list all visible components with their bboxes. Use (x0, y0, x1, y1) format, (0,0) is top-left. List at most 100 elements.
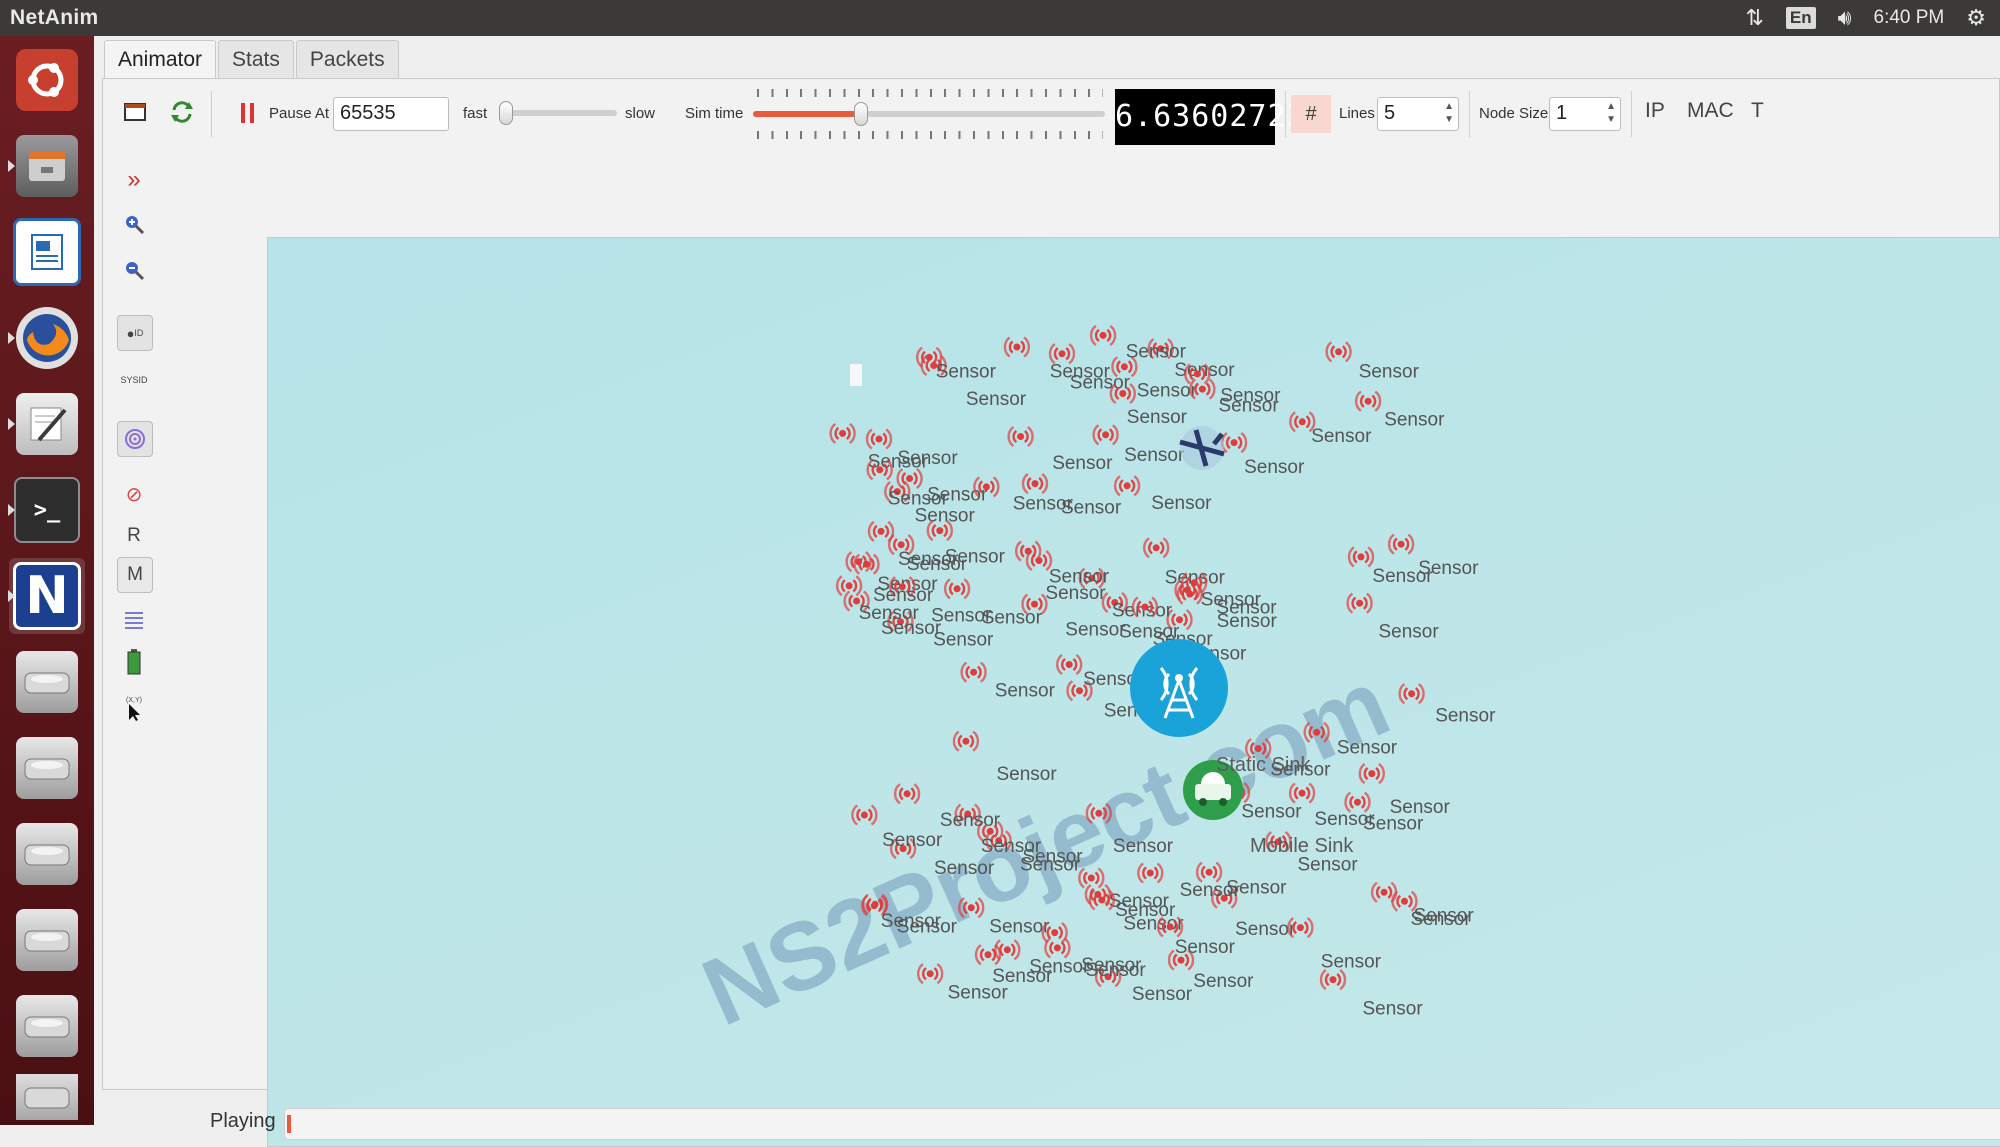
r-button[interactable]: R (117, 519, 151, 553)
launcher-drive-5[interactable] (9, 988, 85, 1064)
sensor-wifi-icon (1003, 946, 1011, 954)
node-size-spinbox[interactable]: 1 ▲ ▼ (1549, 97, 1621, 131)
sensor-node[interactable]: Sensor (960, 661, 1056, 702)
clock[interactable]: 6:40 PM (1874, 7, 1945, 29)
sensor-node[interactable]: Sensor (1289, 411, 1372, 447)
spin-arrows-icon[interactable]: ▲ ▼ (1606, 100, 1616, 126)
expand-chevron-icon[interactable]: » (117, 163, 151, 197)
sensor-wifi-icon (1397, 540, 1405, 548)
pause-icon[interactable] (239, 101, 257, 130)
launcher-drive-3[interactable] (9, 816, 85, 892)
sensor-wifi-icon (1190, 579, 1198, 587)
sysid-icon[interactable]: SYSID (117, 363, 151, 397)
sim-time-ticks-top (757, 89, 1103, 97)
zoom-out-icon[interactable] (117, 253, 151, 287)
m-button[interactable]: M (117, 557, 153, 593)
sensor-label: Sensor (933, 630, 994, 651)
mobile-relay-icon[interactable] (1179, 426, 1225, 470)
sensor-wifi-icon (1123, 482, 1131, 490)
sensor-node[interactable]: Sensor (1325, 341, 1420, 382)
tab-packets[interactable]: Packets (295, 40, 399, 79)
launcher-terminal[interactable]: >_ (8, 472, 85, 548)
sensor-node[interactable]: Sensor (1319, 969, 1423, 1020)
sensor-wifi-icon (1193, 370, 1201, 378)
settings-gear-icon[interactable]: ⚙ (1966, 4, 1986, 32)
netanim-n-icon: N (25, 566, 69, 626)
lines-spinbox[interactable]: 5 ▲ ▼ (1377, 97, 1459, 131)
pause-at-input[interactable]: 65535 (333, 97, 449, 131)
sensor-node[interactable]: Sensor (916, 346, 997, 383)
sensor-node[interactable]: Sensor (1287, 917, 1382, 972)
launcher-drive-6[interactable] (9, 1074, 85, 1120)
sim-time-label: Sim time (685, 105, 744, 122)
tab-animator[interactable]: Animator (104, 40, 217, 79)
launcher-netanim[interactable]: N (8, 558, 85, 634)
show-node-id-icon[interactable]: ● ID (117, 315, 153, 351)
static-sink-node[interactable] (1130, 639, 1228, 737)
firefox-icon (23, 314, 71, 362)
sensor-node[interactable]: Sensor (1398, 683, 1496, 727)
sensor-node[interactable]: Sensor (1220, 432, 1305, 478)
sensor-wifi-icon (953, 585, 961, 593)
sensor-label: Sensor (936, 362, 997, 383)
animation-canvas[interactable]: NS2Project.com Sensor Sensor Sensor Sensor S… (267, 237, 2000, 1147)
speed-slider[interactable] (499, 101, 617, 125)
launcher-firefox[interactable] (8, 300, 85, 376)
t-toggle-button[interactable]: T (1751, 99, 1764, 123)
launcher-dash[interactable] (9, 42, 85, 118)
sensor-node[interactable]: Sensor (1346, 592, 1440, 643)
sensor-label: Sensor (1065, 620, 1126, 641)
sensor-label: Sensor (1175, 937, 1236, 958)
sim-time-slider-handle[interactable] (854, 102, 869, 126)
reload-icon[interactable] (169, 99, 195, 130)
sensor-node[interactable]: Sensor (1113, 475, 1212, 514)
launcher-drive-4[interactable] (9, 902, 85, 978)
sensor-node[interactable]: Sensor (1089, 324, 1187, 363)
pointer-xy-icon[interactable]: (X,Y) (117, 691, 151, 725)
network-icon[interactable]: ⇅ (1745, 4, 1763, 32)
sensor-label: Sensor (1081, 955, 1142, 976)
sensor-node[interactable]: Sensor (1391, 890, 1475, 927)
open-file-icon[interactable] (123, 101, 147, 128)
sensor-wifi-icon (877, 527, 885, 535)
sim-time-slider[interactable] (753, 87, 1105, 141)
sensor-label: Sensor (1115, 900, 1176, 921)
battery-icon[interactable] (117, 645, 151, 679)
sensor-wifi-icon (1198, 385, 1206, 393)
launcher-drive-1[interactable] (9, 644, 85, 720)
spin-arrows-icon[interactable]: ▲ ▼ (1444, 100, 1454, 126)
launcher-text-editor[interactable] (8, 386, 85, 462)
sensor-label: Sensor (1112, 600, 1173, 621)
sensor-node[interactable]: Sensor (893, 783, 1001, 831)
running-indicator-icon (8, 590, 15, 602)
sensor-label: Sensor (1070, 372, 1131, 393)
sensor-node[interactable]: Sensor (1143, 537, 1226, 588)
grid-toggle-icon[interactable]: # (1291, 95, 1331, 133)
launcher: >_ N (0, 36, 94, 1125)
tab-stats[interactable]: Stats (218, 40, 294, 79)
sensor-node[interactable]: Sensor (1347, 546, 1433, 587)
zoom-in-icon[interactable] (117, 207, 151, 241)
window-title: NetAnim (10, 6, 99, 29)
sensor-label: Sensor (881, 911, 942, 932)
sensor-node[interactable]: Sensor (1007, 425, 1113, 474)
sensor-node[interactable]: Sensor (851, 804, 943, 851)
speed-slider-handle[interactable] (499, 101, 513, 125)
launcher-writer[interactable] (9, 214, 85, 290)
disable-icon[interactable]: ⊘ (117, 477, 151, 511)
list-lines-icon[interactable] (117, 603, 151, 637)
sensor-wifi-icon (1120, 363, 1128, 371)
sensor-node[interactable]: Sensor (952, 730, 1057, 786)
sensor-node[interactable]: Sensor (1015, 540, 1110, 588)
mac-toggle-button[interactable]: MAC (1687, 99, 1734, 123)
ip-toggle-button[interactable]: IP (1645, 99, 1665, 123)
sensor-label: Sensor (981, 836, 1042, 857)
sensor-wifi-icon (875, 435, 883, 443)
sensor-wifi-icon (845, 582, 853, 590)
language-indicator[interactable]: En (1785, 7, 1816, 29)
launcher-files[interactable] (8, 128, 85, 204)
launcher-drive-2[interactable] (9, 730, 85, 806)
wireless-circles-icon[interactable] (117, 421, 153, 457)
sensor-wifi-icon (1141, 603, 1149, 611)
volume-icon[interactable]: 🔊︎ (1838, 4, 1852, 32)
